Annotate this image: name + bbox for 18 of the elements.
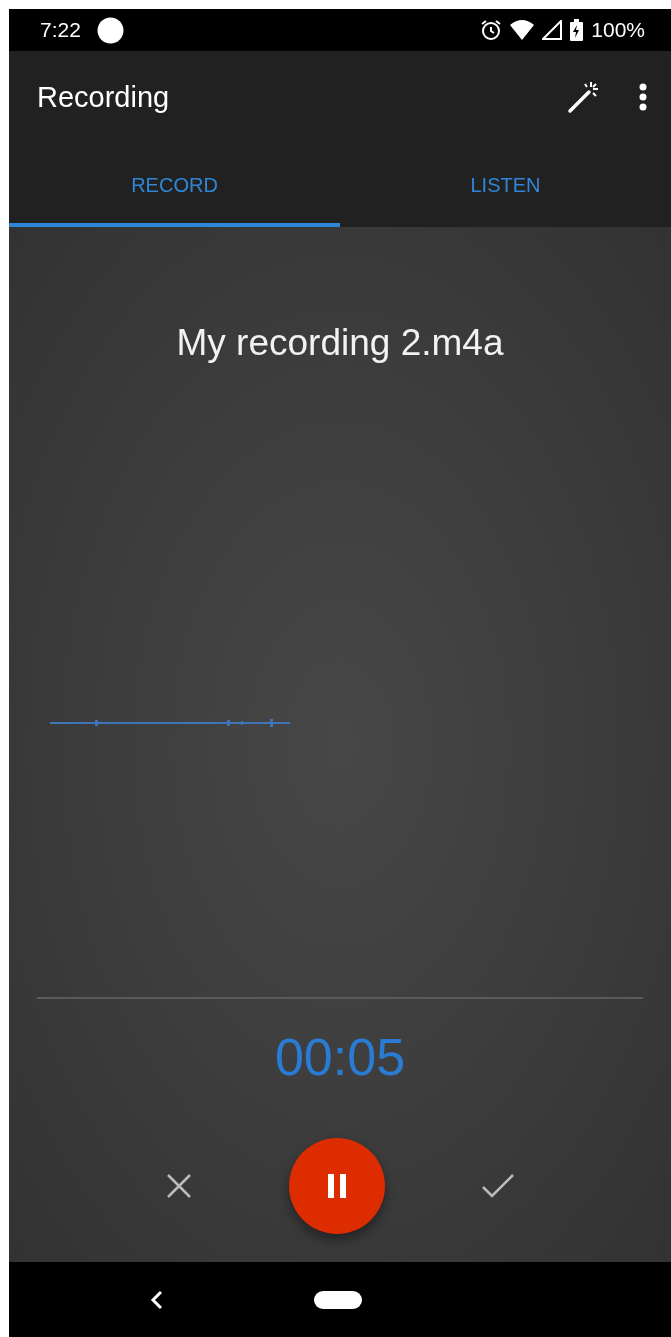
- status-time: 7:22: [40, 17, 81, 44]
- elapsed-time: 00:05: [274, 1028, 406, 1086]
- recording-file-name: My recording 2.m4a: [176, 321, 504, 365]
- notification-dot-icon: [96, 16, 124, 44]
- home-pill-icon[interactable]: [314, 1290, 362, 1309]
- alarm-clock-icon: [480, 19, 503, 41]
- battery-percentage: 100%: [591, 17, 645, 44]
- magic-wand-icon[interactable]: [567, 80, 601, 114]
- wifi-icon: [510, 20, 535, 40]
- signal-icon: [542, 20, 563, 40]
- more-options-icon[interactable]: [639, 83, 647, 111]
- tab[interactable]: LISTEN: [340, 143, 671, 227]
- close-icon: [165, 1171, 193, 1200]
- checkmark-icon: [481, 1171, 515, 1200]
- back-icon[interactable]: [150, 1289, 164, 1310]
- app-title: Recording: [37, 79, 170, 115]
- battery-icon: [570, 19, 584, 41]
- pause-icon: [325, 1172, 349, 1199]
